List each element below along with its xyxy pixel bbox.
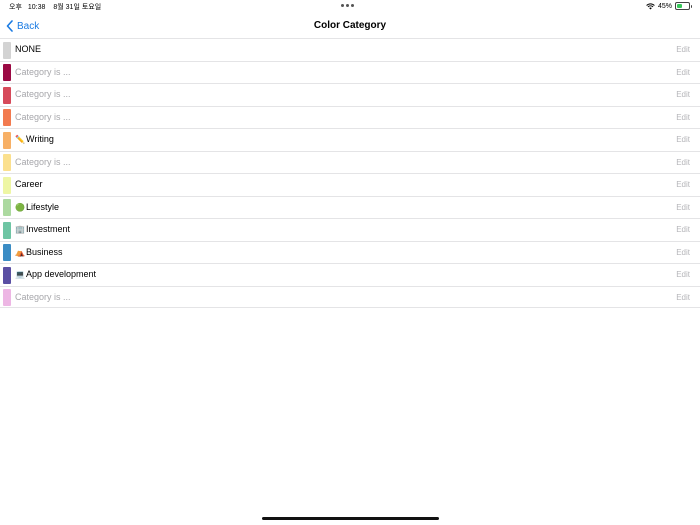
edit-button[interactable]: Edit	[676, 248, 690, 257]
category-name: Category is ...	[15, 111, 71, 122]
category-name: Category is ...	[15, 156, 71, 167]
category-name: App development	[26, 269, 97, 279]
color-swatch	[3, 109, 11, 126]
color-swatch	[3, 154, 11, 171]
battery-percent: 45%	[657, 2, 672, 10]
status-bar: 오후 10:38 8월 31일 토요일 45%	[0, 0, 700, 14]
status-ampm: 오후	[9, 4, 22, 11]
edit-button[interactable]: Edit	[676, 135, 690, 144]
edit-button[interactable]: Edit	[676, 203, 690, 212]
category-emoji-icon: 💻	[15, 270, 25, 279]
category-row[interactable]: ⛺Business Edit	[0, 240, 700, 264]
category-emoji-icon: ✏️	[15, 135, 25, 144]
category-label: Career	[15, 179, 43, 189]
category-emoji-icon: 🟢	[15, 202, 25, 212]
wifi-icon	[646, 2, 655, 9]
category-label: ✏️Writing	[15, 134, 54, 144]
navigation-bar: Back Color Category	[0, 14, 700, 38]
color-swatch	[3, 266, 11, 284]
category-label: 🟢Lifestyle	[15, 202, 59, 212]
category-label: Category is ...	[15, 292, 71, 302]
category-row[interactable]: 🟢Lifestyle Edit	[0, 195, 700, 219]
category-label: Category is ...	[15, 157, 71, 167]
edit-button[interactable]: Edit	[676, 225, 690, 234]
color-swatch	[3, 176, 11, 194]
category-label: ⛺Business	[15, 247, 63, 257]
category-emoji-icon: 🏢	[15, 225, 25, 234]
category-name: NONE	[15, 44, 42, 54]
category-label: 💻App development	[15, 269, 96, 279]
category-name: Category is ...	[15, 291, 71, 302]
color-swatch	[3, 289, 11, 306]
color-swatch	[3, 131, 11, 149]
multitasking-dots-icon[interactable]	[341, 4, 354, 7]
category-row[interactable]: Category is ... Edit	[0, 285, 700, 308]
color-swatch	[3, 86, 11, 104]
category-name: Lifestyle	[26, 201, 60, 212]
color-swatch	[3, 64, 11, 81]
category-emoji-icon: ⛺	[15, 247, 25, 257]
status-time: 10:38	[27, 4, 46, 11]
category-row[interactable]: 🏢Investment Edit	[0, 218, 700, 241]
category-row[interactable]: Category is ... Edit	[0, 150, 700, 174]
category-name: Writing	[26, 134, 54, 144]
edit-button[interactable]: Edit	[676, 68, 690, 77]
category-row[interactable]: Category is ... Edit	[0, 60, 700, 84]
status-right: 45%	[646, 2, 692, 10]
category-name: Business	[26, 246, 63, 257]
category-name: Category is ...	[15, 89, 71, 99]
category-row[interactable]: Category is ... Edit	[0, 83, 700, 106]
category-name: Career	[15, 179, 43, 189]
category-row[interactable]: ✏️Writing Edit	[0, 128, 700, 151]
status-left: 오후 10:38 8월 31일 토요일	[9, 2, 107, 12]
category-row[interactable]: 💻App development Edit	[0, 263, 700, 286]
category-row[interactable]: NONE Edit	[0, 38, 700, 61]
category-label: 🏢Investment	[15, 224, 70, 234]
category-label: Category is ...	[15, 67, 71, 77]
category-label: Category is ...	[15, 89, 71, 99]
category-row[interactable]: Career Edit	[0, 173, 700, 196]
page-title: Color Category	[313, 20, 387, 31]
color-swatch	[3, 221, 11, 239]
category-list: NONE Edit Category is ... Edit Category is .…	[0, 38, 700, 308]
edit-button[interactable]: Edit	[676, 270, 690, 279]
edit-button[interactable]: Edit	[676, 113, 690, 122]
category-row[interactable]: Category is ... Edit	[0, 105, 700, 129]
edit-button[interactable]: Edit	[676, 293, 690, 302]
color-swatch	[3, 199, 11, 216]
category-name: Category is ...	[15, 66, 71, 77]
home-indicator[interactable]	[262, 517, 439, 520]
category-label: Category is ...	[15, 112, 71, 122]
status-date: 8월 31일 토요일	[53, 4, 102, 11]
category-label: NONE	[15, 44, 41, 54]
color-swatch	[3, 41, 11, 59]
color-swatch	[3, 244, 11, 261]
battery-icon	[675, 2, 692, 10]
edit-button[interactable]: Edit	[676, 90, 690, 99]
edit-button[interactable]: Edit	[676, 180, 690, 189]
edit-button[interactable]: Edit	[676, 158, 690, 167]
edit-button[interactable]: Edit	[676, 45, 690, 54]
category-name: Investment	[26, 224, 71, 234]
